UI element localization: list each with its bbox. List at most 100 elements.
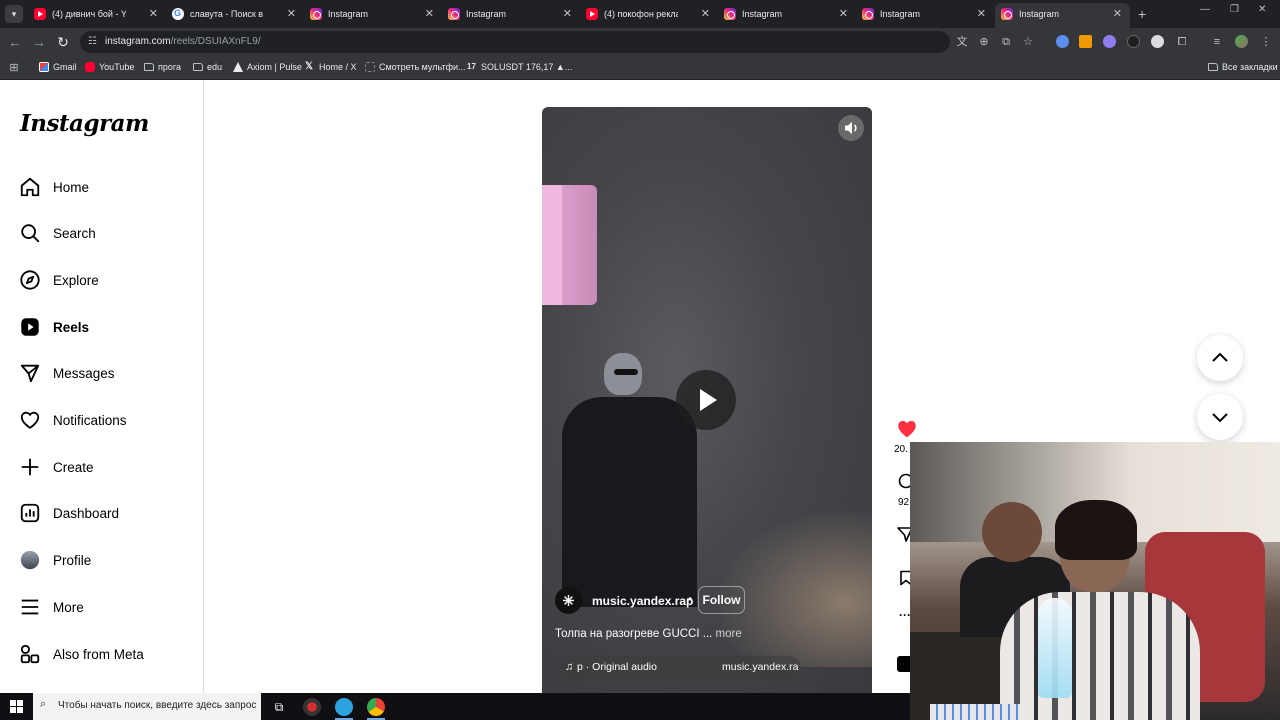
bookmark-label: Смотреть мультфи... — [379, 62, 466, 72]
close-tab-icon[interactable]: ✕ — [977, 3, 986, 25]
sidebar-item-more[interactable]: More — [0, 588, 204, 628]
axiom-icon — [233, 62, 243, 72]
taskbar-search[interactable]: ⌕ Чтобы начать поиск, введите здесь запр… — [33, 693, 261, 720]
bookmark-cartoons[interactable]: Смотреть мультфи... — [365, 56, 466, 78]
window-close-icon[interactable]: ✕ — [1258, 4, 1266, 15]
new-tab-button[interactable]: + — [1138, 3, 1146, 25]
minimize-icon[interactable]: — — [1200, 4, 1210, 15]
sidebar-item-search[interactable]: Search — [0, 214, 204, 254]
extension-icon[interactable] — [1056, 35, 1069, 48]
chrome-menu-icon[interactable]: ⋮ — [1259, 35, 1273, 49]
close-tab-icon[interactable]: ✕ — [701, 3, 710, 25]
next-reel-button[interactable] — [1197, 394, 1243, 440]
tab-title: Instagram — [328, 9, 369, 19]
tab-search-button[interactable]: ▾ — [5, 5, 23, 23]
restore-icon[interactable]: ❐ — [1230, 4, 1239, 15]
reel-video[interactable]: music.yandex.rap • Follow Толпа на разог… — [542, 107, 872, 693]
sidebar-item-create[interactable]: Create — [0, 448, 204, 488]
close-tab-icon[interactable]: ✕ — [287, 3, 296, 25]
close-tab-icon[interactable]: ✕ — [1113, 3, 1122, 25]
sidebar-item-label: Dashboard — [53, 506, 120, 521]
bookmark-axiom[interactable]: Axiom | Pulse — [233, 56, 302, 78]
back-icon[interactable]: ← — [6, 33, 24, 51]
account-avatar[interactable] — [555, 587, 582, 614]
forward-icon[interactable]: → — [30, 33, 48, 51]
compass-icon — [20, 270, 40, 290]
bookmark-label: Все закладки — [1222, 62, 1278, 72]
messages-icon — [20, 364, 40, 383]
profile-avatar-icon[interactable] — [1235, 35, 1248, 48]
bookmark-gmail[interactable]: Gmail — [39, 56, 77, 78]
tab-title: (4) дивнич бой - YouTube — [52, 9, 126, 19]
reels-icon — [21, 318, 39, 336]
sidebar-item-dashboard[interactable]: Dashboard — [0, 494, 204, 534]
windows-start-icon[interactable] — [10, 700, 23, 713]
home-icon — [20, 177, 40, 197]
close-tab-icon[interactable]: ✕ — [563, 3, 572, 25]
sidebar-item-also-from-meta[interactable]: Also from Meta — [0, 635, 204, 675]
bookmark-label: Gmail — [53, 62, 77, 72]
reload-icon[interactable]: ↻ — [54, 33, 72, 51]
sidebar-item-label: Create — [53, 460, 94, 475]
all-bookmarks[interactable]: Все закладки — [1208, 56, 1278, 78]
install-app-icon[interactable]: ⧉ — [999, 35, 1013, 49]
sidebar-item-home[interactable]: Home — [0, 168, 204, 208]
extensions-puzzle-icon[interactable]: ⧠ — [1175, 35, 1189, 49]
site-settings-icon[interactable]: ☷ — [88, 35, 102, 49]
sidebar-item-messages[interactable]: Messages — [0, 354, 204, 394]
like-heart-icon[interactable] — [896, 418, 918, 440]
google-icon — [172, 3, 184, 24]
chevron-up-icon — [1212, 352, 1228, 362]
browser-tab[interactable]: Instagram ✕ — [442, 3, 580, 25]
bookmark-star-icon[interactable]: ☆ — [1021, 35, 1035, 49]
tradingview-icon: 17 — [467, 62, 476, 71]
sidebar-item-profile[interactable]: Profile — [0, 541, 204, 581]
bookmark-tradingview[interactable]: 17 SOLUSDT 176,17 ▲... — [467, 56, 572, 78]
sidebar-item-label: Messages — [53, 366, 115, 381]
account-name[interactable]: music.yandex.rap — [592, 594, 693, 608]
follow-button[interactable]: Follow — [698, 586, 745, 614]
bookmark-x[interactable]: 𝕏 Home / X — [305, 56, 357, 78]
previous-reel-button[interactable] — [1197, 335, 1243, 381]
sidebar-item-explore[interactable]: Explore — [0, 261, 204, 301]
extension-icon[interactable] — [1079, 35, 1092, 48]
instagram-icon — [862, 8, 874, 20]
caption-more-link[interactable]: more — [712, 628, 742, 640]
webcam-overlay — [910, 442, 1280, 720]
bookmark-folder[interactable]: прога — [144, 56, 181, 78]
comment-count: 92 — [898, 497, 910, 508]
address-url[interactable]: instagram.com/reels/DSUIAXnFL9/ — [105, 31, 261, 53]
apps-grid-icon[interactable]: ⊞ — [7, 61, 21, 75]
audio-pill[interactable]: ♫ p · Original audio music.yandex.ra — [557, 656, 801, 680]
extension-icon[interactable] — [1103, 35, 1116, 48]
close-tab-icon[interactable]: ✕ — [839, 3, 848, 25]
telegram-icon[interactable] — [335, 698, 353, 716]
reading-list-icon[interactable]: ≡ — [1210, 35, 1224, 49]
translate-icon[interactable]: 文 — [955, 35, 969, 49]
browser-tab[interactable]: (4) дивнич бой - YouTube ✕ — [28, 3, 166, 25]
instagram-logo[interactable]: Instagram — [20, 110, 149, 137]
volume-button[interactable] — [838, 115, 864, 141]
browser-tab[interactable]: Instagram ✕ — [304, 3, 442, 25]
play-button[interactable] — [676, 370, 736, 430]
browser-tab[interactable]: Instagram ✕ — [856, 3, 994, 25]
sidebar-item-notifications[interactable]: Notifications — [0, 401, 204, 441]
task-view-icon[interactable]: ⧉ — [270, 698, 288, 716]
app-icon[interactable] — [303, 698, 321, 716]
zoom-icon[interactable]: ⊕ — [977, 35, 991, 49]
tab-title: Instagram — [742, 9, 783, 19]
bookmark-label: Axiom | Pulse — [247, 62, 302, 72]
bookmark-youtube[interactable]: YouTube — [85, 56, 134, 78]
browser-tab[interactable]: Instagram ✕ — [718, 3, 856, 25]
browser-tab[interactable]: (4) покофон реклама - YouTube ✕ — [580, 3, 718, 25]
close-tab-icon[interactable]: ✕ — [425, 3, 434, 25]
bookmark-folder[interactable]: edu — [193, 56, 222, 78]
sidebar-item-reels[interactable]: Reels — [0, 308, 204, 348]
browser-tab-active[interactable]: Instagram ✕ — [995, 3, 1130, 28]
address-bar[interactable]: ☷ instagram.com/reels/DSUIAXnFL9/ 文 ⊕ ⧉ … — [80, 31, 1033, 53]
close-tab-icon[interactable]: ✕ — [149, 3, 158, 25]
browser-tab[interactable]: славута - Поиск в Google ✕ — [166, 3, 304, 25]
extension-icon[interactable] — [1151, 35, 1164, 48]
chrome-icon[interactable] — [367, 698, 385, 716]
extension-icon[interactable] — [1127, 35, 1140, 48]
